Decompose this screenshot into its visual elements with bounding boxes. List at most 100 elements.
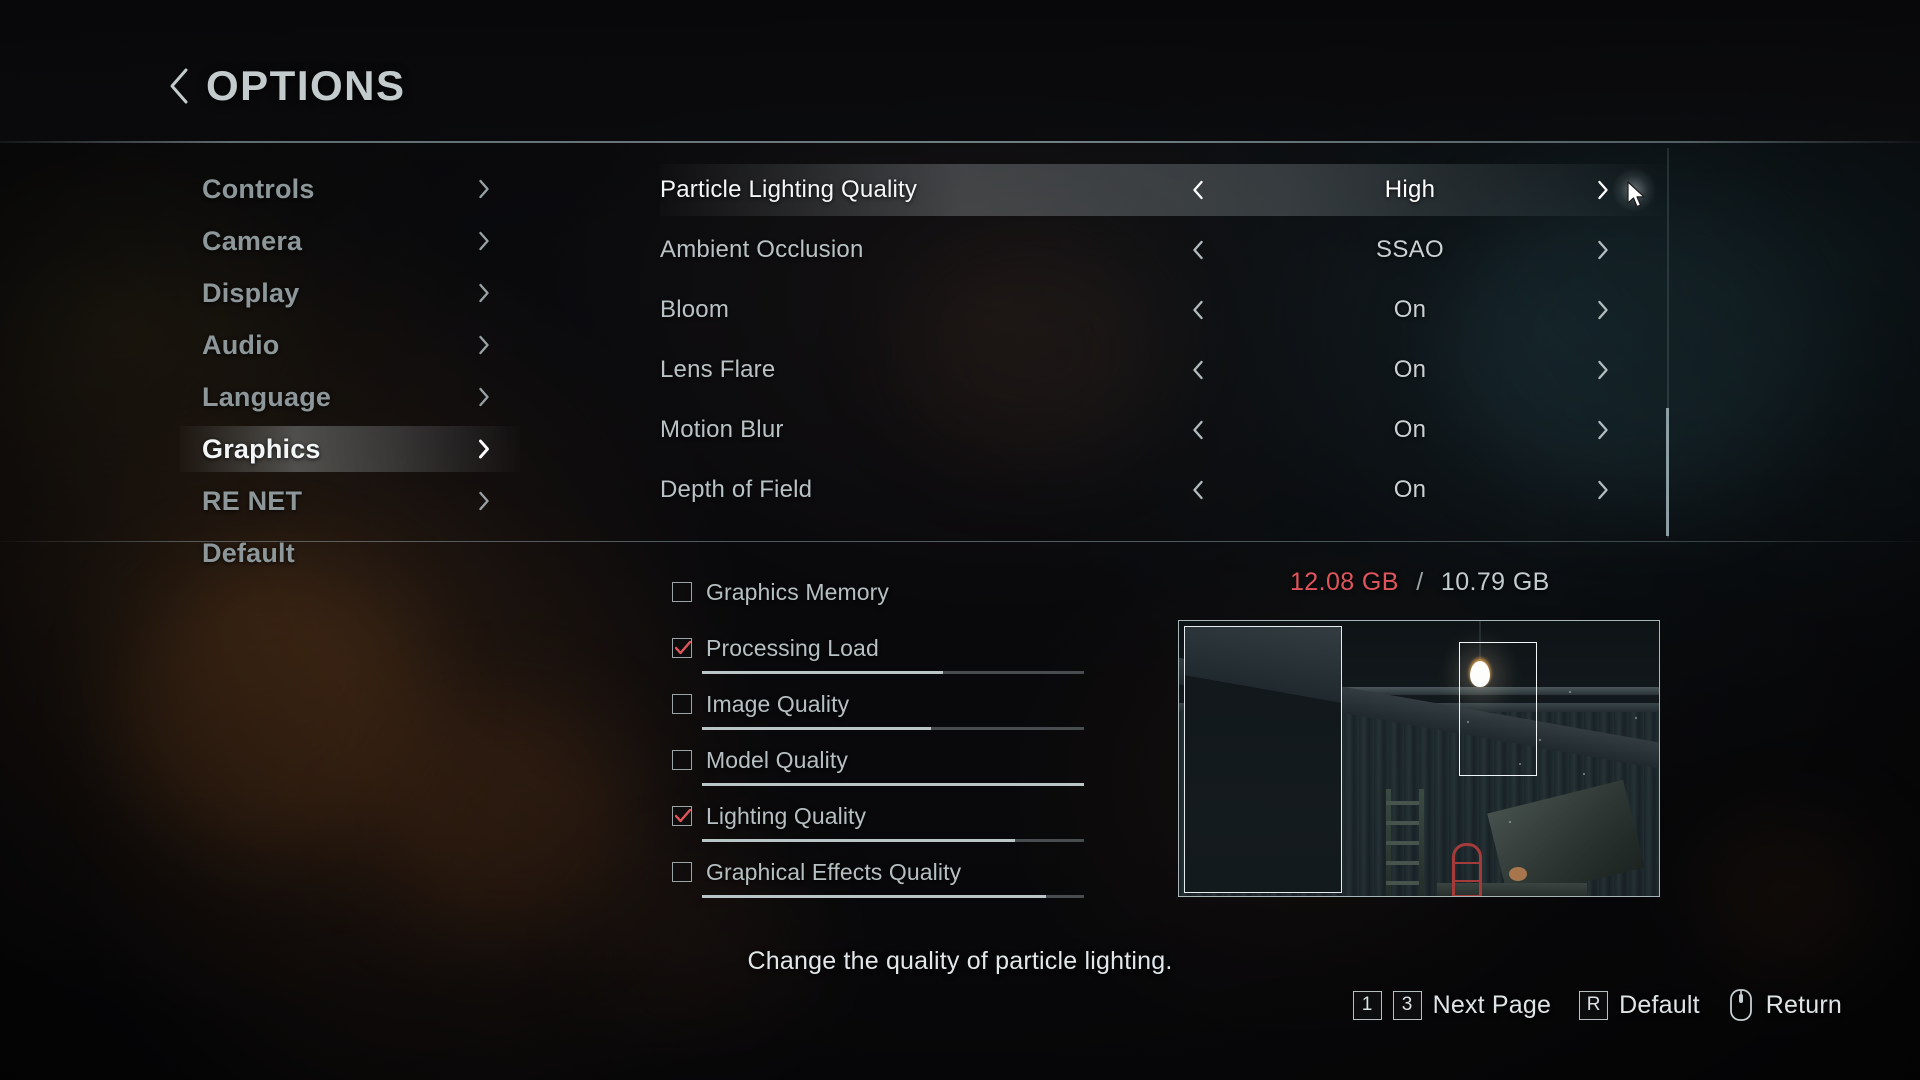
- mouse-pointer-icon: [1627, 181, 1649, 211]
- page-header: OPTIONS: [168, 62, 406, 110]
- keycap-R: R: [1579, 990, 1609, 1020]
- checkbox-icon[interactable]: [672, 750, 692, 770]
- chevron-right-icon: [476, 332, 492, 358]
- perf-row-processing-load[interactable]: Processing Load: [672, 631, 1092, 687]
- footer-hint-label[interactable]: Return: [1766, 991, 1842, 1020]
- perf-label: Processing Load: [706, 634, 879, 661]
- perf-bar-fill: [702, 671, 943, 674]
- setting-row-depth-of-field[interactable]: Depth of Field On: [660, 460, 1670, 520]
- perf-label: Model Quality: [706, 746, 848, 773]
- sidebar-item-controls[interactable]: Controls: [190, 163, 510, 215]
- perf-bar-track: [702, 783, 1084, 786]
- preview-ladder: [1384, 789, 1426, 896]
- setting-label: Lens Flare: [660, 356, 776, 383]
- chevron-right-icon: [476, 436, 492, 462]
- chevron-right-icon: [476, 228, 492, 254]
- chevron-left-icon[interactable]: [1190, 237, 1206, 263]
- setting-value: SSAO: [1376, 236, 1444, 263]
- checkbox-icon[interactable]: [672, 862, 692, 882]
- footer-hint-label[interactable]: Default: [1619, 991, 1700, 1020]
- preview-zoom-content: [1185, 627, 1341, 892]
- perf-row-image-quality[interactable]: Image Quality: [672, 687, 1092, 743]
- performance-meters: Graphics Memory Processing Load Image Qual…: [672, 575, 1092, 911]
- setting-value: On: [1393, 476, 1427, 503]
- chevron-right-icon[interactable]: [1595, 477, 1611, 503]
- perf-row-graphics-memory[interactable]: Graphics Memory: [672, 575, 1092, 631]
- perf-bar-fill: [702, 783, 1084, 786]
- perf-label: Image Quality: [706, 690, 850, 717]
- settings-scrollbar-thumb[interactable]: [1666, 408, 1669, 536]
- chevron-left-icon[interactable]: [168, 66, 190, 106]
- setting-value: On: [1393, 296, 1427, 323]
- perf-row-lighting-quality[interactable]: Lighting Quality: [672, 799, 1092, 855]
- sidebar-item-label: Controls: [202, 173, 315, 204]
- preview-zoom-inset: [1184, 626, 1342, 893]
- chevron-right-icon[interactable]: [1595, 357, 1611, 383]
- preview-object: [1509, 867, 1527, 881]
- footer-hint-label[interactable]: Next Page: [1433, 991, 1552, 1020]
- sidebar-item-default[interactable]: Default: [190, 527, 510, 579]
- sidebar-item-camera[interactable]: Camera: [190, 215, 510, 267]
- setting-row-bloom[interactable]: Bloom On: [660, 280, 1670, 340]
- perf-row-model-quality[interactable]: Model Quality: [672, 743, 1092, 799]
- chevron-right-icon: [476, 488, 492, 514]
- chevron-left-icon[interactable]: [1190, 477, 1206, 503]
- setting-value: On: [1393, 356, 1427, 383]
- settings-list: Particle Lighting Quality High Ambient Occ…: [660, 160, 1670, 520]
- keycap-1: 1: [1352, 990, 1382, 1020]
- setting-row-ambient-occlusion[interactable]: Ambient Occlusion SSAO: [660, 220, 1670, 280]
- sidebar-item-audio[interactable]: Audio: [190, 319, 510, 371]
- perf-bar-track: [702, 895, 1084, 898]
- preview-selection-box: [1459, 642, 1537, 776]
- sidebar-item-graphics[interactable]: Graphics: [180, 423, 520, 475]
- checkbox-icon[interactable]: [672, 694, 692, 714]
- perf-row-header: Graphics Memory: [672, 575, 1092, 609]
- memory-readout: 12.08 GB / 10.79 GB: [1290, 568, 1550, 597]
- setting-row-particle-lighting-quality[interactable]: Particle Lighting Quality High: [660, 160, 1670, 220]
- chevron-right-icon: [476, 384, 492, 410]
- sidebar: Controls Camera Display Audio Language Graphi…: [180, 163, 520, 579]
- chevron-left-icon[interactable]: [1190, 357, 1206, 383]
- chevron-right-icon[interactable]: [1595, 177, 1611, 203]
- perf-row-header: Processing Load: [672, 631, 1092, 665]
- chevron-right-icon[interactable]: [1595, 417, 1611, 443]
- chevron-left-icon[interactable]: [1190, 177, 1206, 203]
- keycap-3: 3: [1392, 990, 1422, 1020]
- perf-label: Lighting Quality: [706, 802, 867, 829]
- setting-description: Change the quality of particle lighting.: [747, 947, 1173, 975]
- mouse-icon: [1728, 988, 1754, 1022]
- setting-label: Depth of Field: [660, 476, 813, 503]
- setting-label: Particle Lighting Quality: [660, 176, 918, 203]
- memory-total: 10.79 GB: [1440, 568, 1550, 596]
- setting-row-motion-blur[interactable]: Motion Blur On: [660, 400, 1670, 460]
- chevron-right-icon[interactable]: [1595, 237, 1611, 263]
- sidebar-item-label: Language: [202, 381, 332, 412]
- chevron-left-icon[interactable]: [1190, 417, 1206, 443]
- perf-row-graphical-effects-quality[interactable]: Graphical Effects Quality: [672, 855, 1092, 911]
- sidebar-item-language[interactable]: Language: [190, 371, 510, 423]
- chevron-left-icon[interactable]: [1190, 297, 1206, 323]
- checkbox-icon[interactable]: [672, 582, 692, 602]
- memory-used: 12.08 GB: [1290, 568, 1399, 596]
- setting-value: High: [1384, 176, 1436, 203]
- chevron-right-icon[interactable]: [1595, 297, 1611, 323]
- perf-bar-fill: [702, 727, 932, 730]
- sidebar-item-label: Camera: [202, 225, 303, 256]
- sidebar-item-re-net[interactable]: RE NET: [190, 475, 510, 527]
- checkbox-icon[interactable]: [672, 806, 692, 826]
- setting-label: Bloom: [660, 296, 730, 323]
- sidebar-item-label: Audio: [202, 329, 280, 360]
- perf-bar-track: [702, 671, 1084, 674]
- sidebar-item-label: Display: [202, 277, 300, 308]
- options-screen: OPTIONS Controls Camera Display Audio Langua…: [0, 0, 1920, 1080]
- checkbox-icon[interactable]: [672, 638, 692, 658]
- sidebar-item-label: Graphics: [202, 433, 321, 464]
- sidebar-item-display[interactable]: Display: [190, 267, 510, 319]
- setting-row-lens-flare[interactable]: Lens Flare On: [660, 340, 1670, 400]
- perf-bar-track: [702, 727, 1084, 730]
- setting-label: Ambient Occlusion: [660, 236, 864, 263]
- perf-label: Graphical Effects Quality: [706, 858, 962, 885]
- perf-bar-fill: [702, 895, 1046, 898]
- graphics-preview-image: [1178, 620, 1660, 897]
- chevron-right-icon: [476, 280, 492, 306]
